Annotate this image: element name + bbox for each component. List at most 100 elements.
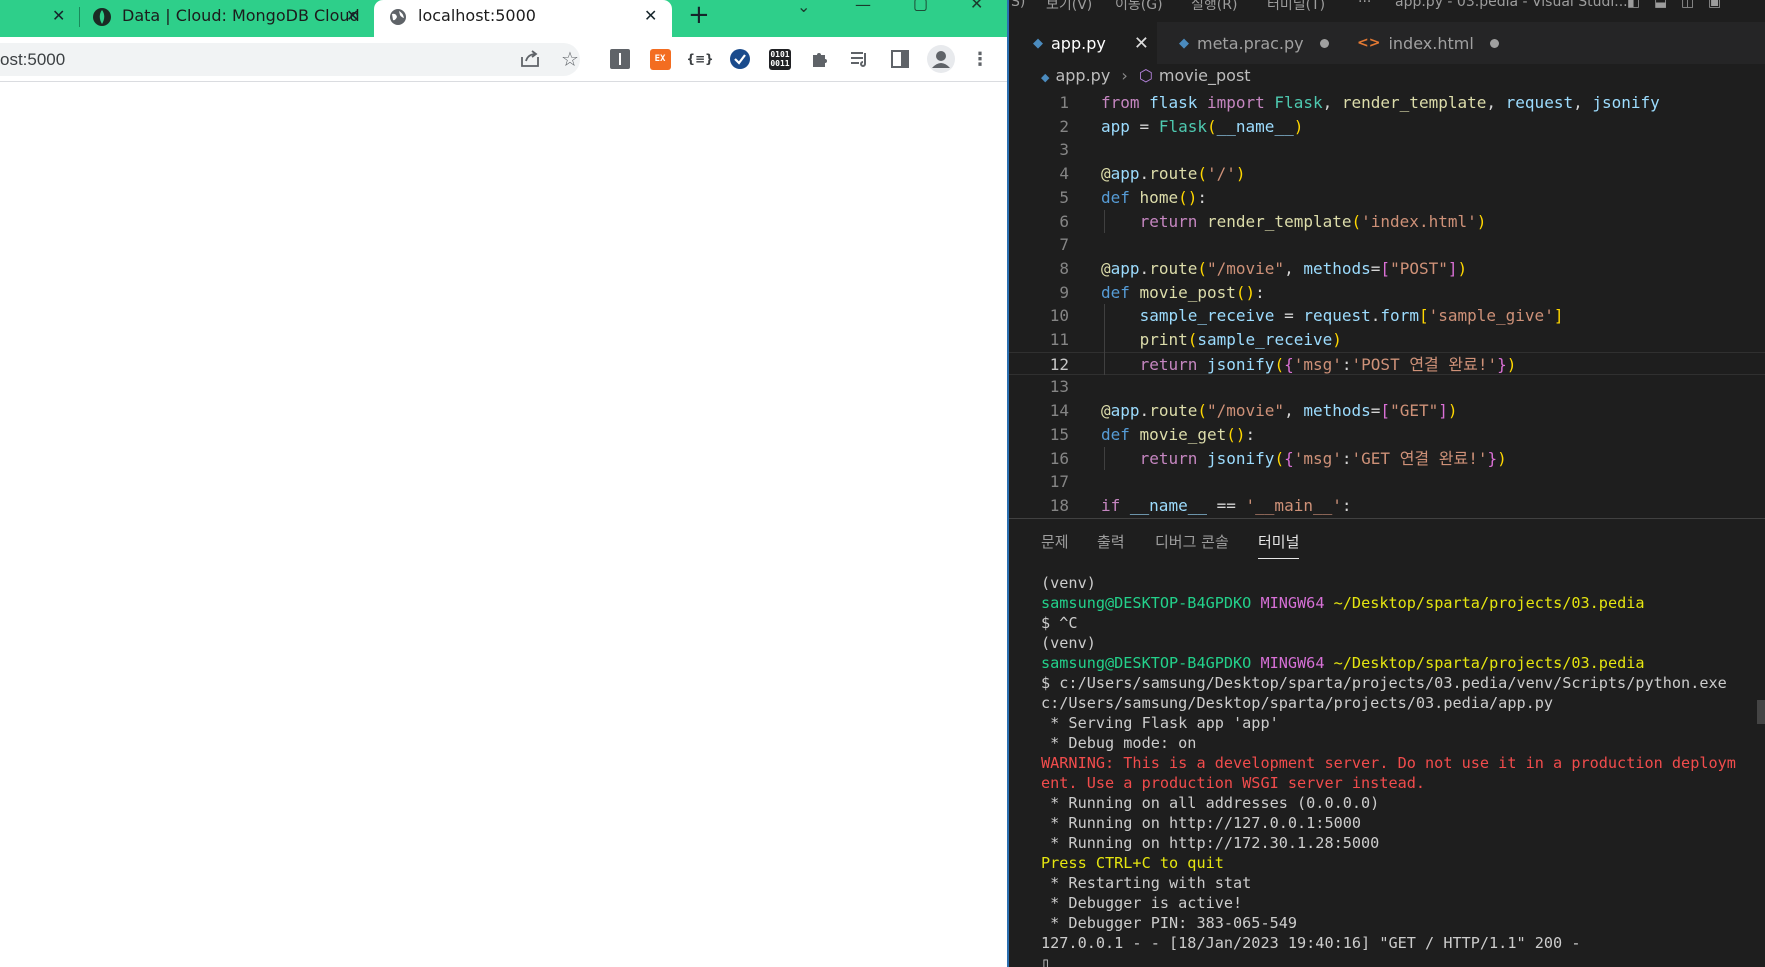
menu-more[interactable]: ··· [1358, 0, 1371, 10]
layout-secondary-icon[interactable]: ◫ [1681, 0, 1694, 10]
check-circle-icon[interactable] [729, 48, 751, 70]
new-tab-button[interactable]: + [688, 1, 710, 29]
line-number: 12 [1049, 354, 1069, 374]
minimize-icon[interactable]: — [855, 0, 871, 13]
code-line[interactable]: 9 def movie_post(): [1009, 281, 1765, 305]
code-text: app = Flask(__name__) [1101, 116, 1304, 136]
editor-tab-app-py[interactable]: ◆ app.py ✕ [1009, 22, 1157, 64]
terminal-scrollbar[interactable] [1757, 700, 1765, 724]
terminal-output[interactable]: (venv) samsung@DESKTOP-B4GPDKO MINGW64 ~… [1041, 573, 1741, 967]
code-line[interactable]: 7 [1009, 233, 1765, 257]
json-viewer-icon[interactable]: {≡} [686, 48, 713, 70]
layout-panel-icon[interactable]: ⬓ [1654, 0, 1667, 10]
editor-tab-index-html[interactable]: <> index.html [1341, 22, 1499, 64]
code-line[interactable]: 17 [1009, 470, 1765, 494]
code-line[interactable]: 18 if __name__ == '__main__': [1009, 494, 1765, 516]
terminal-line: $ c:/Users/samsung/Desktop/sparta/projec… [1041, 674, 1727, 692]
layout-sidebar-icon[interactable]: ◧ [1627, 0, 1640, 10]
html-file-icon: <> [1357, 35, 1381, 51]
code-editor[interactable]: 1 from flask import Flask, render_templat… [1009, 91, 1765, 516]
panel-tab-output[interactable]: 출력 [1097, 531, 1125, 552]
address-bar-url[interactable]: ost:5000 [0, 50, 65, 70]
puzzle-extensions-icon[interactable] [809, 48, 831, 70]
code-line[interactable]: 5 def home(): [1009, 186, 1765, 210]
code-line[interactable]: 1 from flask import Flask, render_templat… [1009, 91, 1765, 115]
line-number: 18 [1049, 495, 1069, 515]
line-number: 1 [1059, 93, 1069, 112]
line-number: 2 [1059, 116, 1069, 136]
terminal-line: (venv) [1041, 634, 1096, 652]
mongodb-leaf-icon [93, 8, 111, 26]
profile-avatar-icon[interactable] [927, 45, 955, 73]
page-viewport [0, 83, 1007, 967]
code-line[interactable]: 14 @app.route("/movie", methods=["GET"]) [1009, 399, 1765, 423]
editor-tab-meta-prac[interactable]: ◆ meta.prac.py [1163, 22, 1329, 64]
menu-item-terminal[interactable]: 터미널(T) [1267, 0, 1325, 14]
menu-bar: S) 보기(V) 이동(G) 실행(R) 터미널(T) ··· app.py -… [1009, 0, 1765, 16]
tab-close-icon[interactable]: ✕ [644, 6, 657, 26]
panel-tab-terminal[interactable]: 터미널 [1258, 531, 1300, 559]
chevron-down-icon[interactable]: ⌄ [797, 0, 810, 15]
layout-customize-icon[interactable]: ▣ [1708, 0, 1721, 10]
more-menu-icon[interactable]: ⋮ [969, 48, 991, 70]
code-text: def movie_get(): [1101, 424, 1256, 444]
tab-title-localhost: localhost:5000 [418, 6, 536, 25]
code-line[interactable]: 12 return jsonify({'msg':'POST 연결 완료!'}) [1009, 351, 1765, 376]
share-icon[interactable] [519, 48, 541, 70]
line-number: 8 [1059, 258, 1069, 278]
tab-close-icon[interactable]: ✕ [52, 6, 65, 26]
binary-extension-icon[interactable]: 0101 0011 [769, 48, 791, 70]
terminal-line: * Restarting with stat [1041, 874, 1252, 892]
extension-ex-icon[interactable]: EX [649, 48, 671, 70]
address-bar[interactable]: ost:5000 [0, 43, 580, 76]
media-queue-icon[interactable] [849, 48, 871, 70]
tab-localhost[interactable]: localhost:5000 ✕ [374, 0, 672, 37]
line-number: 10 [1049, 306, 1069, 326]
code-line[interactable]: 4 @app.route('/') [1009, 162, 1765, 186]
line-number: 5 [1059, 187, 1069, 207]
terminal-prompt: samsung@DESKTOP-B4GPDKO MINGW64 ~/Deskto… [1041, 594, 1645, 612]
terminal-line: $ ^C [1041, 614, 1078, 632]
terminal-warning: ent. Use a production WSGI server instea… [1041, 774, 1426, 792]
menu-item-view[interactable]: 보기(V) [1046, 0, 1092, 14]
editor-tab-bar: ◆ app.py ✕ ◆ meta.prac.py <> index.html [1009, 22, 1765, 64]
code-line[interactable]: 2 app = Flask(__name__) [1009, 115, 1765, 139]
panel-tab-debug-console[interactable]: 디버그 콘솔 [1155, 531, 1229, 552]
close-window-icon[interactable]: ✕ [970, 0, 983, 12]
tab-close-icon[interactable]: ✕ [346, 6, 359, 26]
code-text: @app.route('/') [1101, 164, 1246, 184]
code-line[interactable]: 16 return jsonify({'msg':'GET 연결 완료!'}) [1009, 447, 1765, 471]
menu-item-run[interactable]: 실행(R) [1191, 0, 1237, 14]
terminal-prompt: samsung@DESKTOP-B4GPDKO MINGW64 ~/Deskto… [1041, 654, 1645, 672]
editor-tab-label: meta.prac.py [1197, 33, 1304, 53]
code-line[interactable]: 8 @app.route("/movie", methods=["POST"]) [1009, 257, 1765, 281]
code-text: from flask import Flask, render_template… [1101, 93, 1660, 112]
bookmark-star-icon[interactable]: ☆ [559, 47, 581, 71]
unsaved-dot-icon[interactable] [1489, 38, 1499, 48]
menu-item[interactable]: S) [1011, 0, 1025, 10]
code-line[interactable]: 10 sample_receive = request.form['sample… [1009, 304, 1765, 328]
tab-close-icon[interactable]: ✕ [1134, 33, 1149, 54]
panel-tab-problems[interactable]: 문제 [1041, 531, 1069, 552]
menu-item-go[interactable]: 이동(G) [1115, 0, 1163, 14]
code-text: @app.route("/movie", methods=["POST"]) [1101, 258, 1468, 278]
unsaved-dot-icon[interactable] [1319, 38, 1329, 48]
code-line[interactable]: 13 [1009, 375, 1765, 399]
terminal-line: * Debug mode: on [1041, 734, 1197, 752]
code-line[interactable]: 11 print(sample_receive) [1009, 328, 1765, 352]
maximize-icon[interactable]: ▢ [913, 0, 928, 12]
code-line[interactable]: 6 return render_template('index.html') [1009, 210, 1765, 234]
breadcrumb-file[interactable]: app.py [1055, 66, 1110, 85]
terminal-warning: WARNING: This is a development server. D… [1041, 754, 1736, 772]
tab-title-mongodb[interactable]: Data | Cloud: MongoDB Cloud [122, 6, 360, 26]
side-panel-icon[interactable] [889, 48, 911, 70]
code-line[interactable]: 3 [1009, 138, 1765, 162]
line-number: 17 [1049, 472, 1069, 492]
code-line[interactable]: 15 def movie_get(): [1009, 423, 1765, 447]
window-title: app.py - 03.pedia - Visual Studi... [1395, 0, 1628, 10]
bottom-panel: 문제 출력 디버그 콘솔 터미널 (venv) samsung@DESKTOP-… [1009, 518, 1765, 967]
chevron-right-icon: › [1121, 66, 1128, 85]
extension-dark-icon[interactable] [609, 48, 631, 70]
breadcrumb-symbol[interactable]: movie_post [1159, 66, 1251, 85]
terminal-line: (venv) [1041, 574, 1096, 592]
